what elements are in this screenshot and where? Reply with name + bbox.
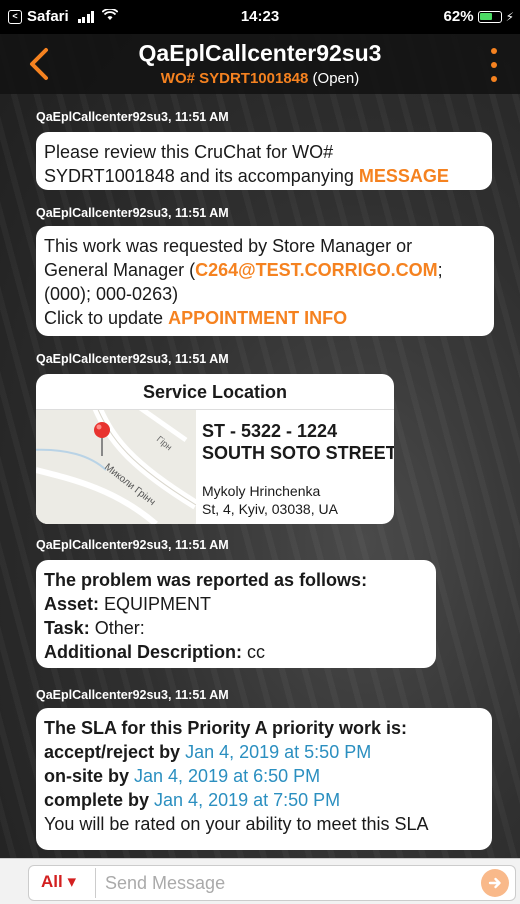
- message-meta: QaEplCallcenter92su3, 11:51 AM: [36, 538, 229, 552]
- message-bubble: This work was requested by Store Manager…: [36, 226, 494, 336]
- composer-divider: [95, 868, 96, 898]
- send-message-input[interactable]: [105, 868, 465, 898]
- message-bubble: Please review this CruChat for WO# SYDRT…: [36, 132, 492, 190]
- charging-bolt-icon: ⚡: [505, 9, 514, 24]
- battery-fill: [479, 12, 492, 20]
- work-order-status: (Open): [312, 70, 360, 87]
- message-meta: QaEplCallcenter92su3, 11:51 AM: [36, 206, 229, 220]
- sla-footer: You will be rated on your ability to mee…: [44, 814, 429, 834]
- status-bar: < Safari 14:23 62% ⚡: [0, 0, 520, 34]
- message-meta: QaEplCallcenter92su3, 11:51 AM: [36, 110, 229, 124]
- message-text: SYDRT1001848 and its accompanying MESSAG…: [44, 166, 449, 186]
- address-line-1: Mykoly Hrinchenka: [202, 483, 321, 499]
- sla-complete-date[interactable]: Jan 4, 2019 at 7:50 PM: [154, 790, 340, 810]
- email-link[interactable]: C264@TEST.CORRIGO.COM: [195, 260, 438, 280]
- sla-accept-date[interactable]: Jan 4, 2019 at 5:50 PM: [185, 742, 371, 762]
- message-composer: All ▾: [0, 858, 520, 904]
- sla-complete-line: complete by Jan 4, 2019 at 7:50 PM: [44, 790, 341, 810]
- asset-line: Asset: EQUIPMENT: [44, 594, 212, 614]
- sla-heading: The SLA for this Priority A priority wor…: [44, 718, 408, 738]
- store-number: ST - 5322 - 1224: [202, 421, 338, 441]
- task-line: Task: Other:: [44, 618, 145, 638]
- appointment-info-link[interactable]: APPOINTMENT INFO: [168, 308, 347, 328]
- service-location-title: Service Location: [36, 374, 394, 410]
- work-order-number[interactable]: WO# SYDRT1001848: [161, 70, 309, 87]
- sla-accept-line: accept/reject by Jan 4, 2019 at 5:50 PM: [44, 742, 372, 762]
- message-text: General Manager (C264@TEST.CORRIGO.COM;: [44, 260, 443, 280]
- send-button[interactable]: [481, 869, 509, 897]
- composer-box: All ▾: [28, 865, 516, 901]
- recipient-filter-button[interactable]: All ▾: [41, 872, 76, 892]
- battery-percent: 62%: [443, 8, 474, 25]
- message-meta: QaEplCallcenter92su3, 11:51 AM: [36, 688, 229, 702]
- problem-heading: The problem was reported as follows:: [44, 570, 368, 590]
- service-location-card[interactable]: Service Location Гірн Миколи Грінч ST - …: [36, 374, 394, 524]
- location-details: ST - 5322 - 1224 SOUTH SOTO STREET Mykol…: [202, 420, 394, 518]
- address-line-2: St, 4, Kyiv, 03038, UA: [202, 501, 338, 517]
- chat-feed[interactable]: QaEplCallcenter92su3, 11:51 AM Please re…: [0, 94, 520, 858]
- message-text: Please review this CruChat for WO#: [44, 142, 334, 162]
- status-right: 62% ⚡: [444, 8, 514, 25]
- location-map[interactable]: Гірн Миколи Грінч: [36, 410, 196, 524]
- send-arrow-icon: [488, 877, 501, 889]
- work-order-subtitle: WO# SYDRT1001848 (Open): [0, 70, 520, 87]
- battery-icon: [477, 10, 502, 23]
- description-line: Additional Description: cc: [44, 642, 266, 662]
- message-text: This work was requested by Store Manager…: [44, 236, 413, 256]
- message-bubble: The SLA for this Priority A priority wor…: [36, 708, 492, 850]
- store-street: SOUTH SOTO STREET: [202, 443, 394, 463]
- message-meta: QaEplCallcenter92su3, 11:51 AM: [36, 352, 229, 366]
- message-bubble: The problem was reported as follows: Ass…: [36, 560, 436, 668]
- more-options-icon[interactable]: [490, 48, 498, 82]
- chat-title: QaEplCallcenter92su3: [138, 40, 382, 66]
- sla-onsite-date[interactable]: Jan 4, 2019 at 6:50 PM: [134, 766, 320, 786]
- message-text: (000); 000-0263): [44, 284, 179, 304]
- message-link[interactable]: MESSAGE: [359, 166, 449, 186]
- message-text: Click to update APPOINTMENT INFO: [44, 308, 348, 328]
- nav-header: QaEplCallcenter92su3 WO# SYDRT1001848 (O…: [0, 34, 520, 94]
- sla-onsite-line: on-site by Jan 4, 2019 at 6:50 PM: [44, 766, 321, 786]
- status-time: 14:23: [240, 8, 280, 25]
